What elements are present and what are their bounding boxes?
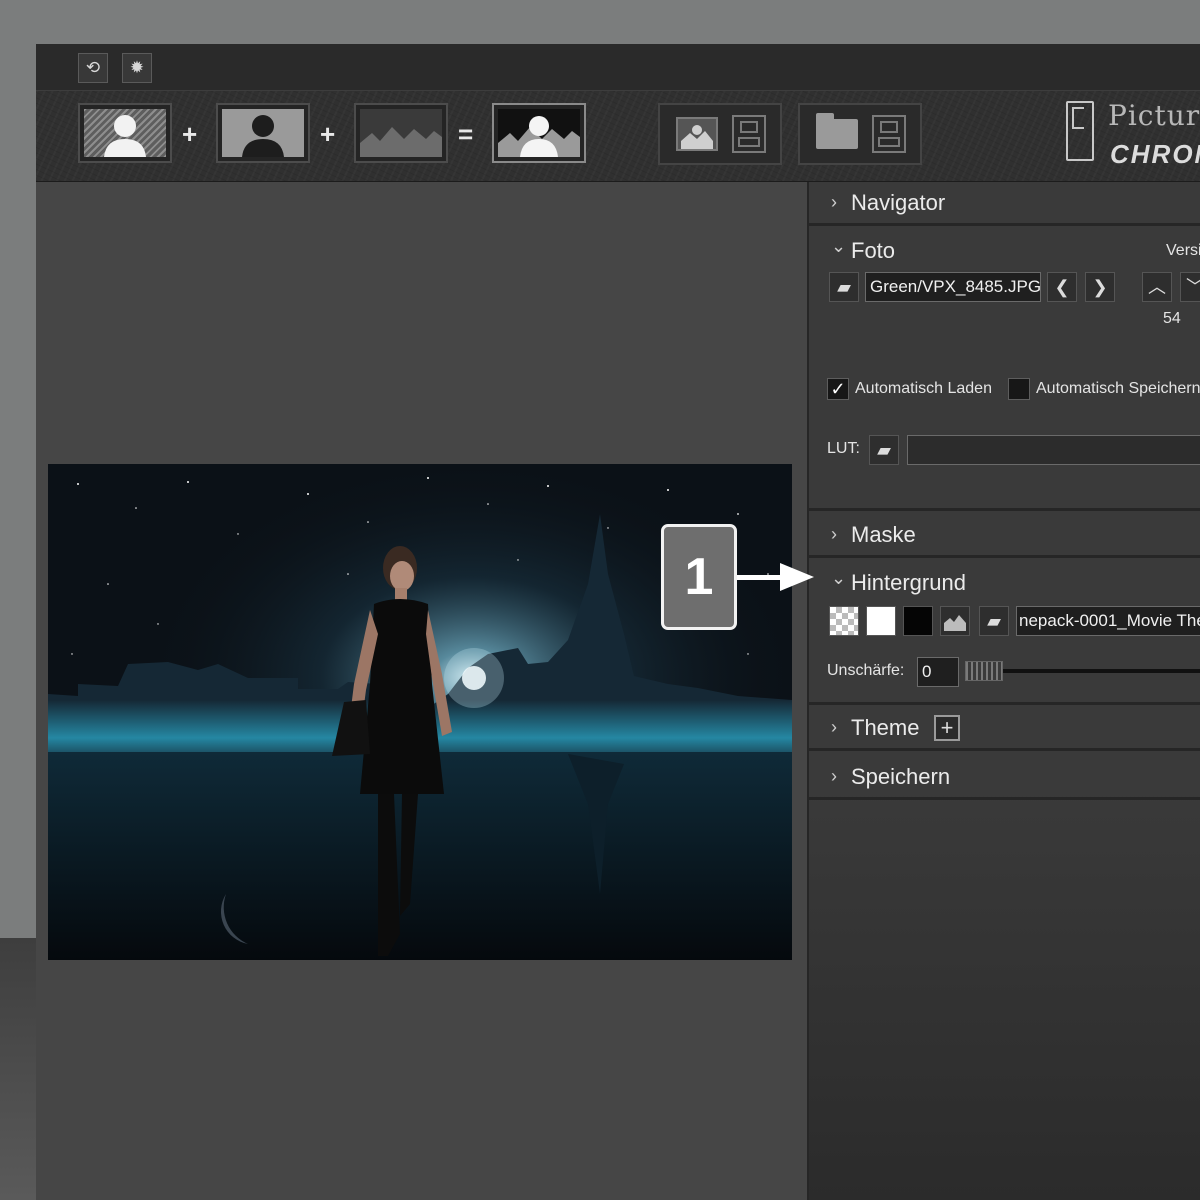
save-folder-group xyxy=(798,103,922,165)
callout-badge: 1 xyxy=(661,524,737,630)
lut-field[interactable] xyxy=(907,435,1200,465)
prev-photo-button[interactable]: ❮ xyxy=(1047,272,1077,302)
section-label: Speichern xyxy=(851,764,951,789)
composite-icon xyxy=(498,116,580,157)
floppy-save-icon[interactable] xyxy=(732,115,766,153)
version-count: 54 xyxy=(1163,310,1181,327)
add-theme-button[interactable]: + xyxy=(934,715,960,741)
section-hintergrund[interactable]: ⌄ Hintergrund xyxy=(809,562,1200,606)
checkmark-icon: ✓ xyxy=(830,379,846,399)
version-label: Versi xyxy=(1166,242,1200,259)
divider xyxy=(809,508,1200,511)
section-speichern[interactable]: › Speichern xyxy=(809,756,1200,800)
settings-button[interactable]: ✹ xyxy=(122,53,152,83)
chevron-right-icon: › xyxy=(831,717,837,737)
equals-operator: = xyxy=(458,119,474,149)
plus-operator-1: + xyxy=(182,119,198,149)
section-label: Hintergrund xyxy=(851,570,966,595)
canvas-area xyxy=(36,182,807,1200)
photo-file-field[interactable]: Green/VPX_8485.JPG xyxy=(865,272,1041,302)
transparent-bg-button[interactable] xyxy=(829,606,859,636)
save-image-group xyxy=(658,103,782,165)
logo-text-picture: Picture xyxy=(1108,99,1200,132)
version-down-button[interactable]: ﹀ xyxy=(1180,272,1200,302)
blur-label: Unschärfe: xyxy=(827,662,905,679)
auto-load-label: Automatisch Laden xyxy=(855,380,992,397)
top-bar: ⟲ ✹ xyxy=(36,44,1200,91)
background-file-field[interactable]: nepack-0001_Movie The xyxy=(1016,606,1200,636)
chevron-up-icon: ︿ xyxy=(1148,277,1166,297)
section-foto[interactable]: ⌄ Foto xyxy=(809,230,1200,274)
plus-operator-2: + xyxy=(320,119,336,149)
blur-value-field[interactable]: 0 xyxy=(917,657,959,687)
callout-arrow xyxy=(737,575,783,580)
app-window: ⟲ ✹ + + = Pictur CHRO › Navigator ⌄ Foto… xyxy=(36,44,1200,1200)
auto-save-label: Automatisch Speichern xyxy=(1036,380,1200,397)
outer-background xyxy=(0,938,36,1200)
chevron-right-icon: › xyxy=(831,192,837,212)
reset-icon: ⟲ xyxy=(85,58,101,77)
blur-slider[interactable] xyxy=(965,661,1200,681)
foreground-thumb[interactable] xyxy=(78,103,172,163)
logo-mark xyxy=(1066,101,1094,161)
slider-handle[interactable] xyxy=(965,661,1003,681)
floppy-save-icon[interactable] xyxy=(872,115,906,153)
section-label: Navigator xyxy=(851,190,946,215)
chevron-right-icon: › xyxy=(831,524,837,544)
image-bg-button[interactable] xyxy=(940,606,970,636)
chevron-right-icon: › xyxy=(831,766,837,786)
logo-text-chroma: CHROMA xyxy=(1110,139,1200,169)
open-background-button[interactable]: ▰ xyxy=(979,606,1009,636)
chevron-left-icon: ❮ xyxy=(1054,277,1070,297)
section-theme[interactable]: › Theme xyxy=(809,707,1200,751)
reset-button[interactable]: ⟲ xyxy=(78,53,108,83)
white-bg-button[interactable] xyxy=(866,606,896,636)
gear-icon: ✹ xyxy=(129,58,145,77)
person-icon xyxy=(104,115,146,157)
folder-icon: ▰ xyxy=(877,440,891,460)
section-maske[interactable]: › Maske xyxy=(809,514,1200,558)
open-photo-button[interactable]: ▰ xyxy=(829,272,859,302)
chevron-down-icon: ﹀ xyxy=(1186,277,1200,297)
black-bg-button[interactable] xyxy=(903,606,933,636)
version-up-button[interactable]: ︿ xyxy=(1142,272,1172,302)
lut-label: LUT: xyxy=(827,440,860,457)
auto-save-checkbox[interactable] xyxy=(1008,378,1030,400)
arrow-right-icon xyxy=(780,563,814,591)
section-label: Foto xyxy=(851,238,896,263)
background-thumb[interactable] xyxy=(354,103,448,163)
lut-open-button[interactable]: ▰ xyxy=(869,435,899,465)
result-thumb[interactable] xyxy=(492,103,586,163)
workflow-toolbar: + + = Pictur CHRO xyxy=(36,90,1200,183)
section-label: Theme xyxy=(851,715,920,740)
folder-icon: ▰ xyxy=(837,277,851,297)
folder-icon: ▰ xyxy=(987,611,1001,631)
divider xyxy=(809,702,1200,705)
plus-icon: + xyxy=(940,715,954,740)
right-panel: › Navigator ⌄ Foto Versi ▰ Green/VPX_848… xyxy=(807,182,1200,1200)
silhouette-icon xyxy=(242,115,284,157)
section-navigator[interactable]: › Navigator xyxy=(809,182,1200,226)
section-label: Maske xyxy=(851,522,916,547)
chevron-down-icon: ⌄ xyxy=(831,568,847,588)
auto-load-checkbox[interactable]: ✓ xyxy=(827,378,849,400)
mask-thumb[interactable] xyxy=(216,103,310,163)
next-photo-button[interactable]: ❯ xyxy=(1085,272,1115,302)
chevron-right-icon: ❯ xyxy=(1092,277,1108,297)
folder-icon[interactable] xyxy=(816,113,858,149)
landscape-icon xyxy=(944,615,966,631)
image-icon[interactable] xyxy=(676,117,718,151)
landscape-icon xyxy=(360,127,442,157)
chevron-down-icon: ⌄ xyxy=(831,236,847,256)
